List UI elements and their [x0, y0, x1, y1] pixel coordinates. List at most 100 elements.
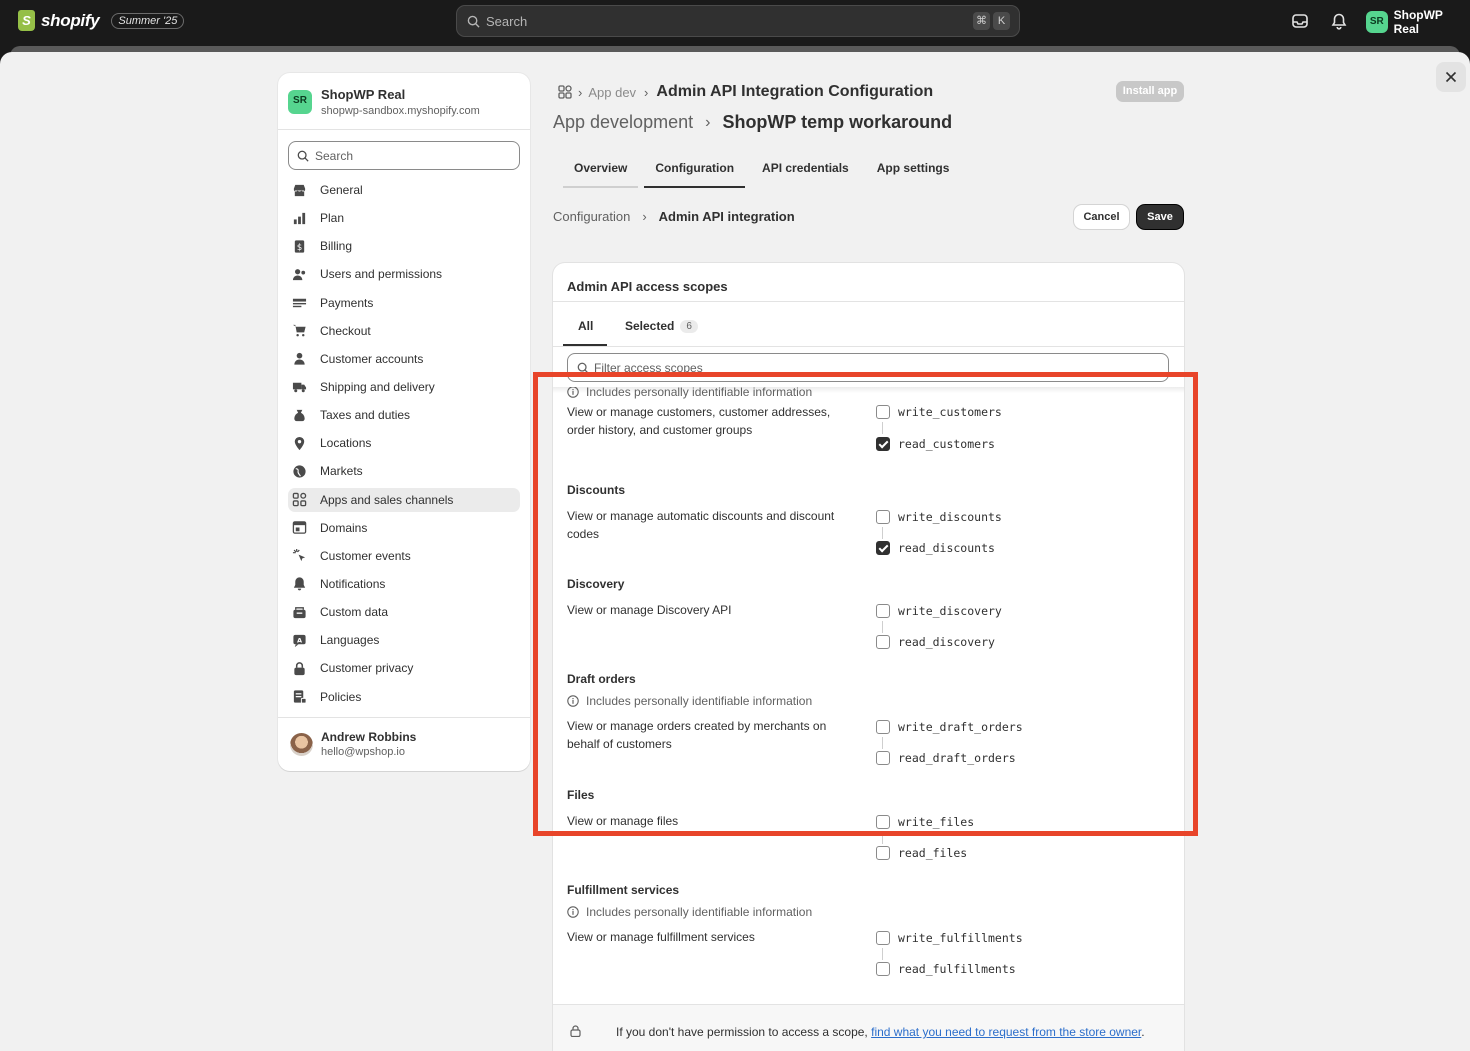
read_files-checkbox[interactable] [876, 846, 890, 860]
lock-icon [570, 1025, 581, 1037]
scope-name: read_customers [898, 437, 995, 451]
write_customers-checkbox[interactable] [876, 405, 890, 419]
write_files-checkbox[interactable] [876, 815, 890, 829]
scope-checkbox-row[interactable]: read_draft_orders [876, 751, 1016, 765]
lock-icon [294, 662, 305, 675]
sidebar-item-customer-events[interactable]: Customer events [288, 544, 520, 568]
edition-badge[interactable]: Summer '25 [111, 12, 185, 29]
global-search-placeholder: Search [486, 13, 528, 29]
sidebar-item-customer-privacy[interactable]: Customer privacy [288, 656, 520, 680]
billing-icon: $ [294, 240, 305, 253]
read_customers-checkbox[interactable] [876, 437, 890, 451]
shopify-logo[interactable]: S shopify Summer '25 [18, 10, 185, 31]
store-menu-label: ShopWP Real [1393, 8, 1443, 36]
sidebar-item-languages[interactable]: A Languages [288, 628, 520, 652]
scope-checkbox-row[interactable]: read_customers [876, 437, 995, 451]
tab-selected-label: Selected [625, 319, 675, 333]
pii-notice: Includes personally identifiable informa… [567, 905, 1167, 919]
tab-all[interactable]: All [578, 319, 593, 333]
scope-checkbox-row[interactable]: write_draft_orders [876, 720, 1023, 734]
sidebar-item-billing[interactable]: $ Billing [288, 234, 520, 258]
store-menu-button[interactable]: SR ShopWP Real [1366, 8, 1470, 36]
divider [278, 717, 530, 718]
cancel-button[interactable]: Cancel [1074, 205, 1129, 229]
install-app-button[interactable]: Install app [1116, 81, 1184, 102]
connector-line [882, 737, 883, 749]
page-title: App development › ShopWP temp workaround [553, 112, 952, 133]
sidebar-item-domains[interactable]: Domains [288, 516, 520, 540]
write_draft_orders-checkbox[interactable] [876, 720, 890, 734]
permission-note-end: . [1141, 1025, 1145, 1039]
plan-chart-icon [293, 212, 306, 224]
scope-checkbox-row[interactable]: write_discounts [876, 510, 1002, 524]
sub-breadcrumb-configuration[interactable]: Configuration [553, 209, 630, 224]
bell-icon [293, 577, 306, 591]
scope-checkbox-row[interactable]: write_fulfillments [876, 931, 1023, 945]
scope-section-fulfillments: Fulfillment services Includes personally … [567, 883, 1167, 982]
scope-checkbox-row[interactable]: read_discounts [876, 541, 995, 555]
scope-checkbox-row[interactable]: write_customers [876, 405, 1002, 419]
divider [553, 346, 1184, 347]
scope-checkbox-row[interactable]: read_files [876, 846, 967, 860]
pii-text: Includes personally identifiable informa… [586, 694, 813, 708]
sidebar-item-taxes-and-duties[interactable]: Taxes and duties [288, 403, 520, 427]
tab-overview[interactable]: Overview [563, 153, 639, 188]
tab-configuration[interactable]: Configuration [644, 153, 745, 188]
scope-checkbox-row[interactable]: read_discovery [876, 635, 995, 649]
title-parent-link[interactable]: App development [553, 112, 693, 133]
permission-note-text: If you don't have permission to access a… [616, 1025, 868, 1039]
breadcrumb-app-dev[interactable]: App dev [588, 85, 636, 100]
sidebar-item-payments[interactable]: Payments [288, 291, 520, 315]
sidebar-item-customer-accounts[interactable]: Customer accounts [288, 347, 520, 371]
settings-search[interactable] [288, 141, 520, 170]
search-icon [577, 362, 589, 374]
sidebar-item-shipping-and-delivery[interactable]: Shipping and delivery [288, 375, 520, 399]
scope-checkbox-row[interactable]: read_fulfillments [876, 962, 1016, 976]
read_discounts-checkbox[interactable] [876, 541, 890, 555]
tab-selected[interactable]: Selected 6 [625, 319, 698, 333]
scope-name: write_fulfillments [898, 931, 1023, 945]
scope-checkbox-row[interactable]: write_discovery [876, 604, 1002, 618]
store-header[interactable]: SR ShopWP Real shopwp-sandbox.myshopify.… [288, 87, 480, 117]
tab-app-settings[interactable]: App settings [866, 153, 961, 188]
global-search-bar[interactable]: Search ⌘ K [456, 5, 1020, 37]
scope-checkbox-row[interactable]: write_files [876, 815, 974, 829]
pii-notice: Includes personally identifiable informa… [567, 387, 1167, 399]
settings-search-input[interactable] [315, 148, 505, 163]
read_discovery-checkbox[interactable] [876, 635, 890, 649]
sidebar-item-policies[interactable]: Policies [288, 685, 520, 709]
connector-line [882, 527, 883, 539]
close-button[interactable] [1436, 62, 1466, 92]
sidebar-item-apps-and-sales-channels[interactable]: Apps and sales channels [288, 487, 520, 512]
scopes-list[interactable]: Includes personally identifiable informa… [553, 387, 1184, 1002]
sidebar-item-markets[interactable]: Markets [288, 459, 520, 483]
scope-description: View or manage fulfillment services [567, 930, 755, 944]
sidebar-item-label: Customer events [320, 548, 411, 563]
read_fulfillments-checkbox[interactable] [876, 962, 890, 976]
bell-icon[interactable] [1330, 12, 1348, 30]
read_draft_orders-checkbox[interactable] [876, 751, 890, 765]
write_discounts-checkbox[interactable] [876, 510, 890, 524]
save-button[interactable]: Save [1137, 205, 1183, 229]
scope-title: Fulfillment services [567, 883, 680, 897]
sidebar-item-users-and-permissions[interactable]: Users and permissions [288, 262, 520, 286]
filter-scopes-input[interactable] [567, 353, 1169, 382]
sidebar-item-locations[interactable]: Locations [288, 431, 520, 455]
svg-text:$: $ [297, 242, 302, 252]
apps-icon[interactable] [558, 85, 572, 99]
write_discovery-checkbox[interactable] [876, 604, 890, 618]
search-icon [467, 15, 480, 28]
write_fulfillments-checkbox[interactable] [876, 931, 890, 945]
location-pin-icon [294, 436, 305, 450]
sidebar-item-checkout[interactable]: Checkout [288, 319, 520, 343]
sidebar-item-general[interactable]: General [288, 178, 520, 202]
sidebar-item-notifications[interactable]: Notifications [288, 572, 520, 596]
user-profile[interactable]: Andrew Robbins hello@wpshop.io [290, 730, 416, 758]
pii-text: Includes personally identifiable informa… [586, 387, 813, 399]
request-scope-link[interactable]: find what you need to request from the s… [871, 1025, 1141, 1039]
inbox-icon[interactable] [1291, 12, 1309, 30]
sidebar-item-custom-data[interactable]: Custom data [288, 600, 520, 624]
sidebar-item-plan[interactable]: Plan [288, 206, 520, 230]
tab-api-credentials[interactable]: API credentials [751, 153, 860, 188]
scope-name: read_fulfillments [898, 962, 1016, 976]
